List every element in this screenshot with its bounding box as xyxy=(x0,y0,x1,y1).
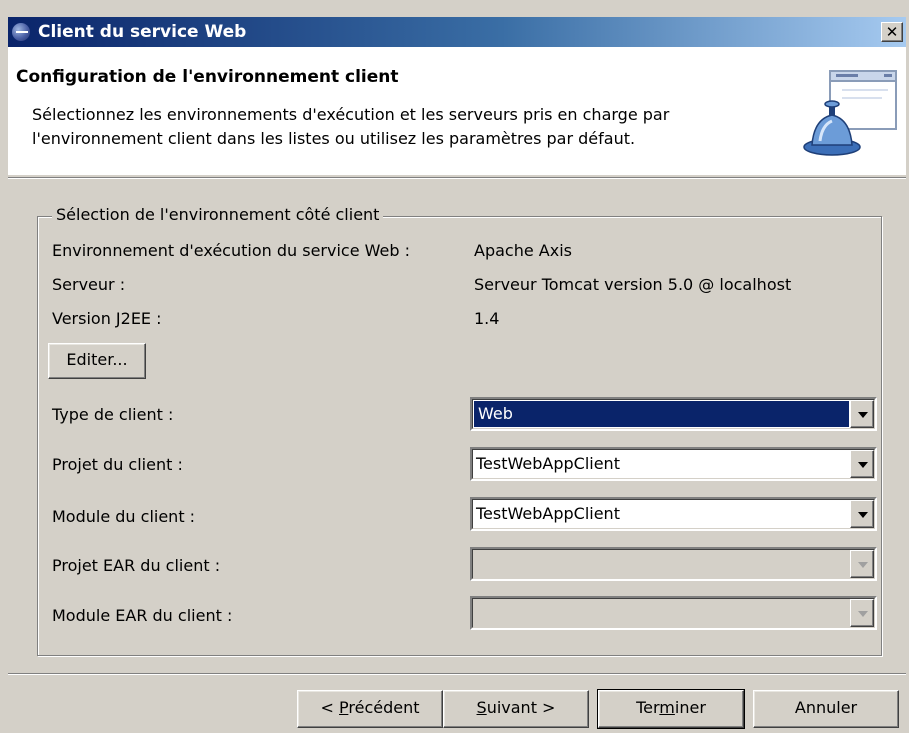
back-button[interactable]: < Précédent xyxy=(297,690,443,728)
window-title: Client du service Web xyxy=(38,22,247,42)
j2ee-version-label: Version J2EE : xyxy=(52,309,162,328)
runtime-label: Environnement d'exécution du service Web… xyxy=(52,241,410,260)
client-type-label: Type de client : xyxy=(52,405,174,424)
ear-module-select[interactable] xyxy=(470,596,877,630)
chevron-down-icon[interactable] xyxy=(850,400,874,428)
close-button[interactable]: ✕ xyxy=(881,22,903,42)
page-title: Configuration de l'environnement client xyxy=(16,67,399,87)
back-prefix: < xyxy=(320,698,339,717)
next-mnemonic: S xyxy=(476,698,487,717)
group-legend: Sélection de l'environnement côté client xyxy=(52,205,384,224)
page-description: Sélectionnez les environnements d'exécut… xyxy=(32,103,812,151)
client-project-select[interactable]: TestWebAppClient xyxy=(470,447,877,481)
finish-prefix: Ter xyxy=(636,698,660,717)
chevron-down-icon[interactable] xyxy=(850,500,874,528)
description-line-1: Sélectionnez les environnements d'exécut… xyxy=(32,105,670,124)
finish-button[interactable]: Terminer xyxy=(597,689,745,729)
client-type-selection-highlight: Web xyxy=(474,401,849,427)
dialog-window: Client du service Web ✕ Configuration de… xyxy=(0,0,909,733)
eclipse-app-icon xyxy=(12,23,30,41)
header-separator-highlight xyxy=(8,178,906,179)
chevron-down-icon[interactable] xyxy=(850,450,874,478)
client-module-label: Module du client : xyxy=(52,507,196,526)
client-module-select[interactable]: TestWebAppClient xyxy=(470,497,877,531)
client-project-value: TestWebAppClient xyxy=(476,454,620,473)
ear-project-select[interactable] xyxy=(470,547,877,581)
server-label: Serveur : xyxy=(52,275,126,294)
next-label-rest: uivant > xyxy=(486,698,556,717)
ear-project-select-frame xyxy=(472,549,875,579)
client-project-label: Projet du client : xyxy=(52,455,183,474)
edit-button[interactable]: Editer... xyxy=(48,343,146,379)
footer-separator-highlight xyxy=(8,674,906,675)
finish-mnemonic: m xyxy=(659,698,675,717)
chevron-down-icon[interactable] xyxy=(850,599,874,627)
description-line-2: l'environnement client dans les listes o… xyxy=(32,129,636,148)
cancel-button[interactable]: Annuler xyxy=(753,690,899,728)
title-bar[interactable]: Client du service Web ✕ xyxy=(8,17,906,47)
ear-module-label: Module EAR du client : xyxy=(52,606,233,625)
ear-module-select-frame xyxy=(472,598,875,628)
wizard-header: Configuration de l'environnement client … xyxy=(8,47,906,175)
finish-label-rest: iner xyxy=(674,698,706,717)
server-value: Serveur Tomcat version 5.0 @ localhost xyxy=(474,275,792,294)
j2ee-version-value: 1.4 xyxy=(474,309,500,328)
client-module-value: TestWebAppClient xyxy=(476,504,620,523)
client-type-value: Web xyxy=(478,404,513,423)
chevron-down-icon[interactable] xyxy=(850,550,874,578)
next-button[interactable]: Suivant > xyxy=(443,690,589,728)
ear-project-label: Projet EAR du client : xyxy=(52,556,221,575)
client-type-select[interactable]: Web xyxy=(470,397,877,431)
service-bell-window-icon xyxy=(803,70,897,156)
back-mnemonic: P xyxy=(339,698,349,717)
back-label-rest: récédent xyxy=(348,698,420,717)
runtime-value: Apache Axis xyxy=(474,241,572,260)
